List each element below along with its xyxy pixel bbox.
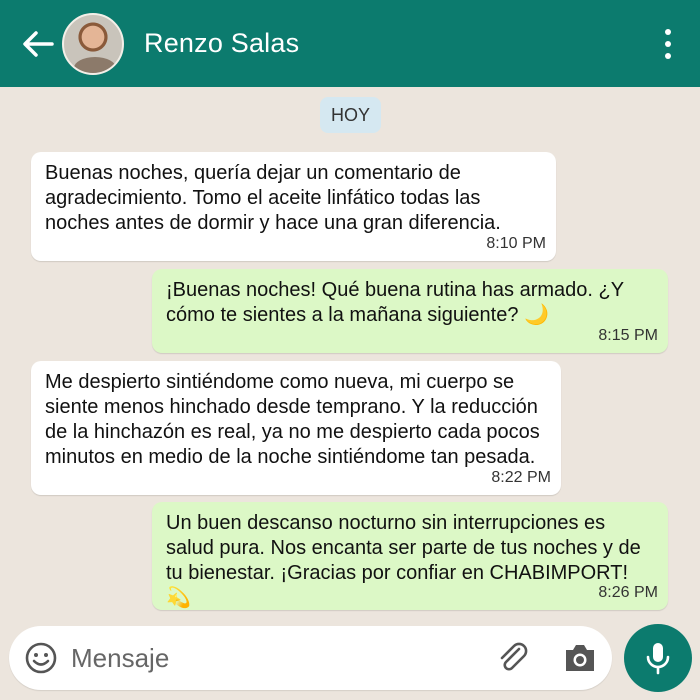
mic-icon	[646, 643, 670, 675]
contact-name[interactable]: Renzo Salas	[144, 28, 299, 59]
paperclip-icon[interactable]	[495, 640, 531, 676]
message-incoming[interactable]: Me despierto sintiéndome como nueva, mi …	[31, 361, 561, 495]
message-incoming[interactable]: Buenas noches, quería dejar un comentari…	[31, 152, 556, 261]
message-text: Buenas noches, quería dejar un comentari…	[45, 162, 501, 234]
avatar[interactable]	[62, 12, 124, 75]
message-time: 8:26 PM	[598, 584, 658, 601]
camera-icon[interactable]	[560, 640, 600, 676]
message-text: Me despierto sintiéndome como nueva, mi …	[45, 371, 540, 468]
message-time: 8:10 PM	[486, 235, 546, 252]
message-outgoing[interactable]: Un buen descanso nocturno sin interrupci…	[152, 502, 668, 610]
message-time: 8:22 PM	[491, 469, 551, 486]
date-separator: HOY	[320, 97, 381, 133]
message-time: 8:15 PM	[598, 327, 658, 344]
chat-header: Renzo Salas	[0, 0, 700, 87]
back-arrow-icon[interactable]	[20, 26, 56, 62]
message-text: ¡Buenas noches! Qué buena rutina has arm…	[166, 279, 624, 326]
mic-button[interactable]	[624, 624, 692, 692]
more-vert-icon[interactable]	[664, 29, 672, 59]
emoji-icon[interactable]	[21, 638, 61, 678]
message-text: Un buen descanso nocturno sin interrupci…	[166, 512, 641, 609]
message-input[interactable]	[71, 642, 471, 674]
message-composer	[9, 626, 612, 690]
message-outgoing[interactable]: ¡Buenas noches! Qué buena rutina has arm…	[152, 269, 668, 353]
message-list: HOY Buenas noches, quería dejar un comen…	[0, 87, 700, 617]
